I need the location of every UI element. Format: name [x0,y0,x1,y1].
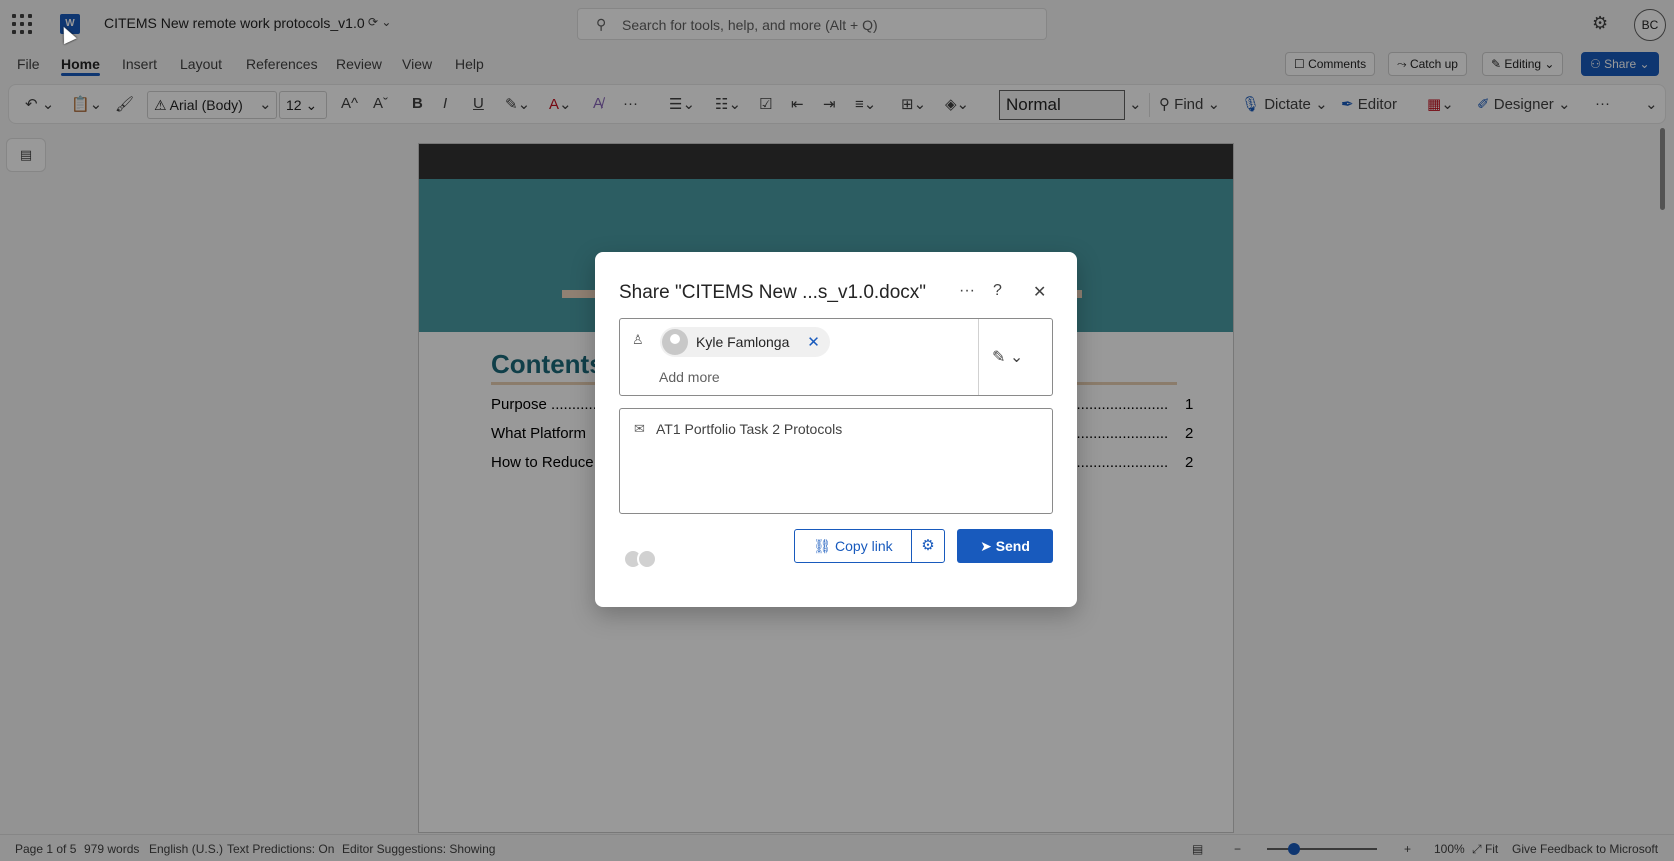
recipient-chip[interactable]: Kyle Famlonga ✕ [660,327,830,357]
permission-divider [978,319,979,395]
dialog-title: Share "CITEMS New ...s_v1.0.docx" [619,282,927,303]
permission-pencil-icon[interactable]: ✎ ⌄ [992,347,1023,367]
send-label: Send [995,538,1030,554]
dialog-more-icon[interactable]: ··· [959,282,975,300]
send-button[interactable]: ➤ Send [957,529,1053,563]
help-icon[interactable]: ? [993,282,1002,300]
message-text: AT1 Portfolio Task 2 Protocols [656,421,843,437]
copy-link-label: Copy link [835,538,893,554]
link-settings-gear-icon[interactable]: ⚙ [911,529,945,563]
recipients-field[interactable]: ♙ Kyle Famlonga ✕ Add more ✎ ⌄ [619,318,1053,396]
share-dialog: Share "CITEMS New ...s_v1.0.docx" ··· ? … [595,252,1077,607]
message-icon: ✉ [634,421,645,436]
close-icon[interactable]: ✕ [1033,282,1046,302]
person-icon: ♙ [632,332,644,347]
recipient-name: Kyle Famlonga [696,334,790,350]
copy-link-button[interactable]: ⛓ Copy link [794,529,912,563]
add-more-input[interactable]: Add more [659,369,720,385]
shared-with-avatars[interactable] [623,549,659,571]
remove-recipient-icon[interactable]: ✕ [807,328,820,358]
message-field[interactable]: ✉ AT1 Portfolio Task 2 Protocols [619,408,1053,514]
recipient-avatar [662,329,688,355]
